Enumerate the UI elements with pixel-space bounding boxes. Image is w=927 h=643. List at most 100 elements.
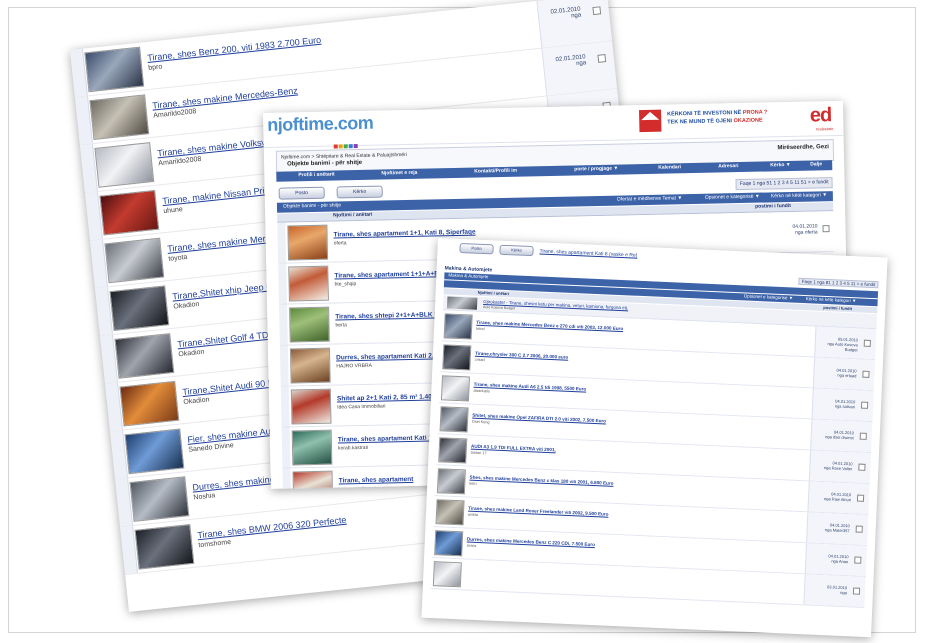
car-thumbnail[interactable] <box>134 524 195 570</box>
listing-user[interactable]: oferta <box>334 240 347 246</box>
listing-user[interactable]: berta <box>335 322 347 328</box>
col-listing-member[interactable]: Njoftimi / anëtari <box>478 290 510 296</box>
listing-user[interactable]: tomshome <box>198 539 231 549</box>
row-checkbox[interactable] <box>592 6 602 16</box>
listing-user[interactable]: Okadion <box>173 301 200 311</box>
listing-title[interactable]: Tirane, shes shtepi 2+1+A+BLK Kati <box>335 311 446 320</box>
listing-user[interactable]: cristel <box>475 358 485 362</box>
col-last-post[interactable]: postimi i fundit <box>823 305 852 311</box>
search-button[interactable]: Kërko <box>336 185 383 199</box>
listing-title[interactable]: Tirane, shes makine Land Rover Freelande… <box>468 506 608 517</box>
tool-category-options[interactable]: Opsionet e kategorisë ▼ <box>744 293 794 300</box>
listing-title[interactable]: Tirane, shes makine Audi A6 2.5 tdi 1998… <box>474 382 587 392</box>
car-thumbnail[interactable] <box>114 333 175 379</box>
car-thumbnail[interactable] <box>432 561 462 588</box>
listing-title[interactable]: Tirane, shes BMW 2006 320 Perfecte <box>197 515 347 541</box>
car-thumbnail[interactable] <box>84 46 145 93</box>
car-thumbnail[interactable] <box>443 313 473 340</box>
listing-title[interactable]: Tirane, shes makine Mercedes-Benz <box>152 85 298 110</box>
row-checkbox[interactable] <box>856 494 865 502</box>
listing-title[interactable]: Shes, shes makine Mercedes Benz c klas 1… <box>469 475 613 486</box>
apartment-thumbnail[interactable] <box>291 429 333 466</box>
ed-brand-logo[interactable]: ed <box>810 104 832 127</box>
tool-search-category[interactable]: Kërko në këtë kategori ▼ <box>771 192 827 199</box>
nav-item-profile[interactable]: Profili i anëtarit <box>298 172 335 179</box>
row-checkbox[interactable] <box>854 556 862 564</box>
site-logo[interactable]: njoftime.com <box>267 113 373 136</box>
apartment-thumbnail[interactable] <box>289 347 331 384</box>
search-button[interactable]: Kërko <box>499 244 534 257</box>
car-thumbnail[interactable] <box>442 344 472 371</box>
row-checkbox[interactable] <box>852 587 861 595</box>
car-thumbnail[interactable] <box>440 375 470 402</box>
listing-title[interactable]: Tirane,Shitet Golf 4 TDi <box>177 330 271 350</box>
car-thumbnail[interactable] <box>436 468 466 495</box>
car-thumbnail[interactable] <box>129 476 190 522</box>
listing-user[interactable]: Idea Casa Immobiliari <box>337 403 385 410</box>
nav-item-portal[interactable]: porte / progjage ▼ <box>574 166 618 173</box>
nav-item-logout[interactable]: Dalje <box>810 161 822 167</box>
row-checkbox[interactable] <box>863 339 871 347</box>
listing-user[interactable]: alsarkatia <box>473 389 489 394</box>
row-checkbox[interactable] <box>860 401 869 409</box>
listing-user[interactable]: Dsei Kung <box>472 420 490 425</box>
listing-user[interactable]: tietri <box>469 482 476 486</box>
listing-title[interactable]: Durres, shes makine Mercedes Benz C 220 … <box>467 537 595 548</box>
row-checkbox[interactable] <box>858 463 866 471</box>
car-thumbnail[interactable] <box>119 380 180 427</box>
listing-user[interactable]: avista <box>468 513 478 517</box>
listing-user[interactable]: Okadion <box>178 349 205 359</box>
sticky-user[interactable]: Auto Kosova Budget <box>483 305 515 310</box>
listing-user[interactable]: uhune <box>163 206 183 215</box>
listing-user[interactable]: Noshia <box>193 492 215 501</box>
listing-title[interactable]: Tirane, shes apartament 1+1+A+BLK <box>334 270 447 279</box>
col-last-post[interactable]: postimi i fundit <box>755 203 791 210</box>
nav-item-search[interactable]: Kërko ▼ <box>770 162 791 168</box>
nav-item-new-posts[interactable]: Njoftimet e reja <box>381 170 417 177</box>
ad-banner[interactable]: KËRKONI TË INVESTONI NË PRONA ? TEK NE M… <box>667 108 768 126</box>
row-checkbox[interactable] <box>855 525 863 533</box>
apartment-thumbnail[interactable] <box>288 265 329 302</box>
listing-user[interactable]: toyota <box>168 254 188 263</box>
car-thumbnail[interactable] <box>104 237 165 284</box>
car-thumbnail[interactable] <box>434 530 464 557</box>
car-thumbnail[interactable] <box>89 94 150 141</box>
row-checkbox[interactable] <box>862 370 870 378</box>
listing-title[interactable]: Shitet, shes makine Opel ZAFIRA DTI 2.0 … <box>472 413 606 424</box>
listing-title[interactable]: Tirane, shes apartament Kati 11, <box>338 434 437 443</box>
post-button[interactable]: Posto <box>278 186 325 200</box>
row-checkbox[interactable] <box>597 54 607 63</box>
row-checkbox[interactable] <box>859 432 867 440</box>
car-thumbnail[interactable] <box>124 428 185 475</box>
listing-user[interactable]: HAJRO VRBRA <box>336 363 372 370</box>
col-listing-member[interactable]: Njoftimi / anëtari <box>333 212 372 219</box>
listing-title[interactable]: Tirane, shes apartament <box>339 476 414 485</box>
car-thumbnail[interactable] <box>435 499 465 526</box>
listing-title[interactable]: Tirane, shes makine Mercedes Benz e 270 … <box>476 320 623 331</box>
listing-user[interactable]: avara <box>467 544 477 548</box>
tool-search-category[interactable]: Kërko në këtë kategori ▼ <box>806 296 857 303</box>
apartment-thumbnail[interactable] <box>292 470 334 489</box>
nav-item-calendar[interactable]: Kalendari <box>658 164 681 170</box>
nav-item-directory[interactable]: Adresari <box>718 163 738 169</box>
row-checkbox[interactable] <box>822 225 830 233</box>
tool-featured[interactable]: Ofertat e mëdhenve Temat ▼ <box>617 195 683 202</box>
apartment-thumbnail[interactable] <box>289 306 330 343</box>
car-thumbnail[interactable] <box>439 406 469 433</box>
listing-user[interactable]: Okadion <box>183 396 210 406</box>
listing-user[interactable]: bte_shqip <box>335 281 357 287</box>
car-thumbnail[interactable] <box>109 285 170 331</box>
listing-title[interactable]: Tirane, shes Benz 200, viti 1983 2.700 E… <box>147 35 322 63</box>
listing-user[interactable]: bpro <box>148 63 163 71</box>
car-thumbnail[interactable] <box>438 437 468 464</box>
overlay-listing-title[interactable]: Tirane, shes apartament Kati 8 (vaske e … <box>539 248 637 258</box>
car-thumbnail[interactable] <box>94 142 155 188</box>
listing-user[interactable]: korab.kastrati <box>338 445 368 452</box>
tool-category-options[interactable]: Opsionet e kategorisë ▼ <box>705 194 760 201</box>
listing-user[interactable]: taritari 17 <box>471 451 487 456</box>
post-button[interactable]: Posto <box>459 242 494 255</box>
listing-title[interactable]: Tirane, shes apartament 1+1, Kati 8, Sip… <box>333 229 475 239</box>
apartment-thumbnail[interactable] <box>287 224 329 261</box>
car-thumbnail[interactable] <box>99 189 160 236</box>
pagination[interactable]: Faqe 1 nga 51 1 2 3 4 5 11 51 > e fundit <box>735 177 833 191</box>
